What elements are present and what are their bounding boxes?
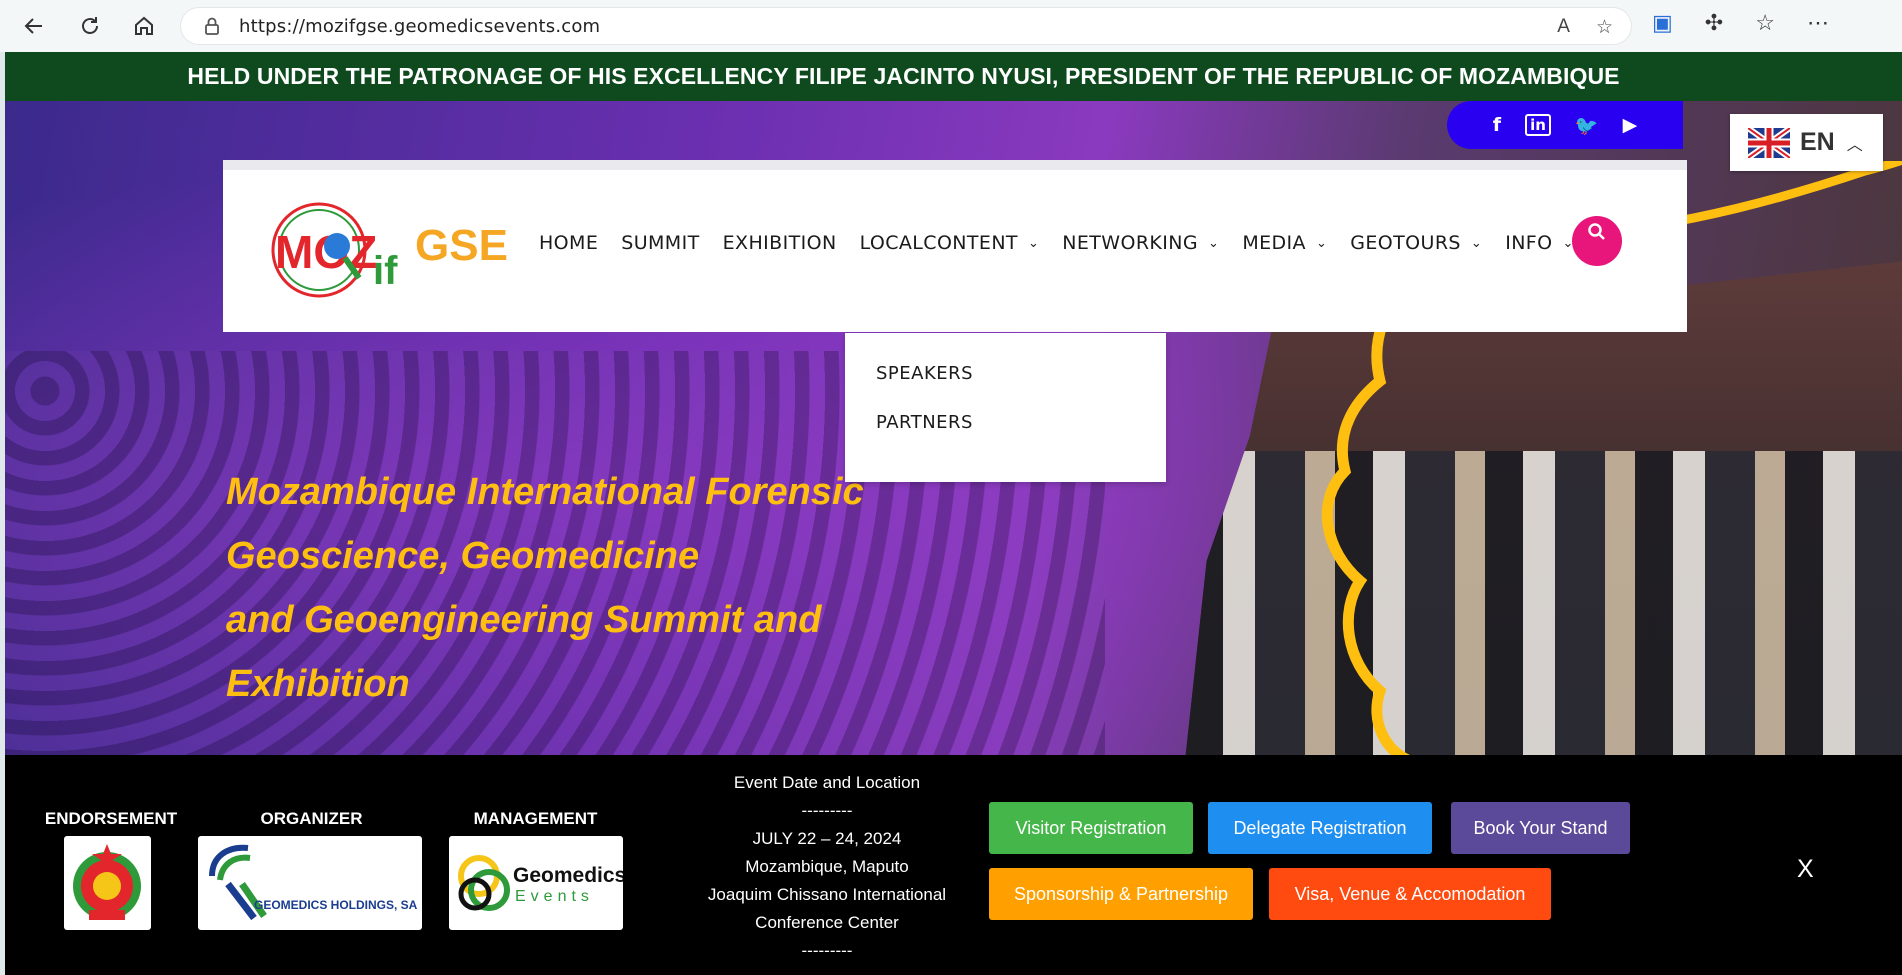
event-separator: --------- bbox=[801, 801, 853, 820]
chevron-down-icon: ⌄ bbox=[1027, 235, 1040, 251]
headline-line: Geoscience, Geomedicine bbox=[226, 535, 700, 577]
event-date: JULY 22 – 24, 2024 bbox=[752, 829, 902, 848]
address-bar[interactable]: https://mozifgse.geomedicsevents.com A ☆ bbox=[180, 7, 1632, 45]
headline-line: Exhibition bbox=[226, 663, 410, 705]
endorsement-title: ENDORSEMENT bbox=[44, 809, 178, 828]
management-logo-line1: Geomedics bbox=[513, 864, 623, 887]
favorites-icon[interactable]: ☆ bbox=[1755, 10, 1775, 36]
dropdown-item-speakers[interactable]: SPEAKERS bbox=[876, 363, 1166, 384]
more-menu-icon[interactable]: ⋯ bbox=[1807, 10, 1829, 36]
event-details: Event Date and Location --------- JULY 2… bbox=[692, 769, 962, 965]
organizer-title: ORGANIZER bbox=[260, 809, 363, 828]
organizer-logo-text: GEOMEDICS HOLDINGS, SA bbox=[254, 898, 418, 912]
patronage-banner: HELD UNDER THE PATRONAGE OF HIS EXCELLEN… bbox=[5, 52, 1902, 101]
nav-summit[interactable]: SUMMIT bbox=[621, 232, 699, 254]
management-logo-line2: Events bbox=[515, 888, 594, 905]
linkedin-icon[interactable]: in bbox=[1525, 114, 1551, 136]
mozambique-emblem bbox=[64, 836, 151, 930]
chevron-down-icon: ⌄ bbox=[1470, 235, 1483, 251]
book-stand-button[interactable]: Book Your Stand bbox=[1451, 802, 1630, 854]
delegate-registration-button[interactable]: Delegate Registration bbox=[1208, 802, 1432, 854]
logo-if-text: if bbox=[373, 249, 398, 293]
twitter-icon[interactable]: 🐦 bbox=[1575, 114, 1599, 137]
chevron-down-icon: ⌄ bbox=[1208, 235, 1220, 251]
back-icon[interactable] bbox=[12, 6, 56, 46]
event-title: Event Date and Location bbox=[733, 773, 921, 792]
social-links: f in 🐦 ▶ bbox=[1447, 101, 1683, 149]
home-icon[interactable] bbox=[122, 6, 166, 46]
nav-geotours[interactable]: GEOTOURS ⌄ bbox=[1350, 232, 1482, 254]
url-text: https://mozifgse.geomedicsevents.com bbox=[239, 15, 601, 37]
event-city: Mozambique, Maputo bbox=[745, 857, 909, 876]
web-page: HELD UNDER THE PATRONAGE OF HIS EXCELLEN… bbox=[5, 52, 1902, 975]
language-selector[interactable]: EN ︿ bbox=[1730, 114, 1883, 171]
nav-networking[interactable]: NETWORKING ⌄ bbox=[1062, 232, 1219, 254]
event-info-bar: ENDORSEMENT ORGANIZER GEOMEDICS HOLDINGS… bbox=[5, 755, 1902, 975]
browser-toolbar: https://mozifgse.geomedicsevents.com A ☆… bbox=[0, 0, 1902, 52]
chevron-down-icon: ⌄ bbox=[1315, 235, 1328, 251]
nav-localcontent[interactable]: LOCALCONTENT ⌄ bbox=[860, 232, 1040, 254]
management-title: MANAGEMENT bbox=[473, 809, 598, 828]
chevron-up-icon: ︿ bbox=[1846, 136, 1863, 154]
mozifgse-logo[interactable]: MOZ if GSE bbox=[267, 198, 507, 308]
visa-venue-button[interactable]: Visa, Venue & Accomodation bbox=[1269, 868, 1551, 920]
sponsorship-button[interactable]: Sponsorship & Partnership bbox=[989, 868, 1253, 920]
favorite-star-icon[interactable]: ☆ bbox=[1596, 16, 1613, 39]
nav-exhibition[interactable]: EXHIBITION bbox=[723, 232, 837, 254]
lock-icon bbox=[205, 17, 219, 35]
close-button[interactable]: X bbox=[1797, 855, 1814, 884]
search-icon bbox=[1588, 223, 1605, 240]
event-venue: Conference Center bbox=[755, 913, 899, 932]
read-aloud-icon[interactable]: A bbox=[1557, 16, 1570, 39]
puzzle-icon[interactable]: ✣ bbox=[1705, 10, 1723, 36]
organizer-logo: GEOMEDICS HOLDINGS, SA bbox=[198, 836, 422, 930]
headline-line: and Geoengineering Summit and bbox=[226, 599, 822, 641]
localcontent-dropdown: SPEAKERS PARTNERS bbox=[845, 333, 1166, 482]
search-button[interactable] bbox=[1572, 216, 1622, 266]
event-venue: Joaquim Chissano International bbox=[707, 885, 947, 904]
event-separator: --------- bbox=[801, 941, 853, 960]
main-nav: HOME SUMMIT EXHIBITION LOCALCONTENT ⌄ NET… bbox=[539, 232, 1597, 254]
nav-info[interactable]: INFO ⌄ bbox=[1505, 232, 1574, 254]
nav-media[interactable]: MEDIA ⌄ bbox=[1242, 232, 1327, 254]
site-header: MOZ if GSE HOME SUMMIT EXHIBITION LOCALC… bbox=[223, 160, 1687, 332]
uk-flag-icon bbox=[1748, 127, 1790, 158]
extension-icon[interactable]: ▣ bbox=[1652, 10, 1673, 36]
visitor-registration-button[interactable]: Visitor Registration bbox=[989, 802, 1193, 854]
logo-gse-text: GSE bbox=[415, 221, 507, 270]
youtube-icon[interactable]: ▶ bbox=[1623, 114, 1638, 136]
language-code: EN bbox=[1800, 128, 1835, 156]
nav-home[interactable]: HOME bbox=[539, 232, 598, 254]
hero-headline: Mozambique International Forensic Geosci… bbox=[226, 460, 986, 716]
refresh-icon[interactable] bbox=[68, 6, 112, 46]
facebook-icon[interactable]: f bbox=[1493, 114, 1501, 136]
management-logo: Geomedics Events bbox=[449, 836, 623, 930]
dropdown-item-partners[interactable]: PARTNERS bbox=[876, 412, 1166, 433]
